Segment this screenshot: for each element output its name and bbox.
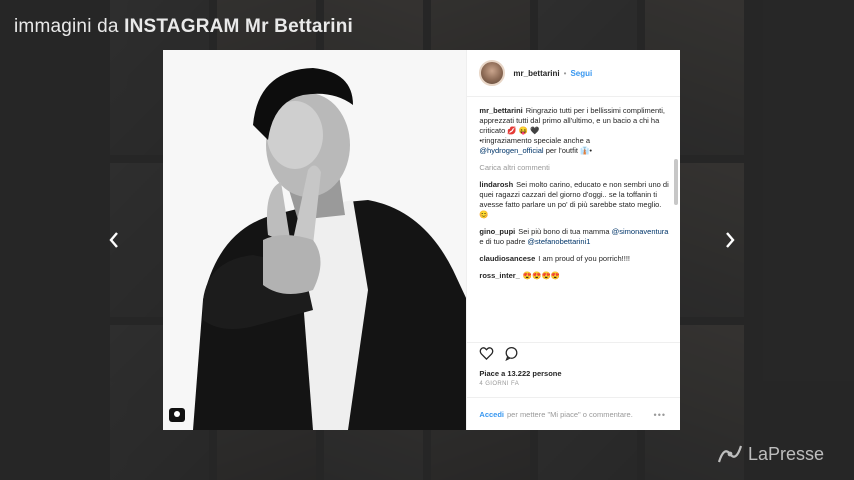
- login-text: per mettere "Mi piace" o commentare.: [507, 409, 633, 419]
- comment-text: 😍😍😍😍: [522, 271, 561, 280]
- header-separator: •: [563, 68, 567, 78]
- post-sidebar: mr_bettarini • Segui mr_bettarini Ringraz…: [466, 50, 680, 430]
- comment-username[interactable]: gino_pupi: [479, 227, 515, 236]
- post-modal: mr_bettarini • Segui mr_bettarini Ringraz…: [163, 50, 680, 430]
- previous-post-button[interactable]: [104, 228, 124, 252]
- comment-item: claudiosancese I am proud of you porrich!…: [479, 254, 670, 264]
- login-link[interactable]: Accedi: [479, 410, 504, 419]
- follow-button[interactable]: Segui: [570, 69, 592, 78]
- heart-icon: [480, 347, 494, 361]
- caption-thanks: •ringraziamento speciale anche a: [479, 136, 591, 145]
- caption-prefix: immagini da: [14, 16, 125, 37]
- comment-button[interactable]: [504, 346, 519, 366]
- post-actions: [467, 342, 680, 369]
- video-caption: immagini da INSTAGRAM Mr Bettarini: [14, 16, 353, 38]
- post-header: mr_bettarini • Segui: [467, 50, 680, 97]
- caption-bold: INSTAGRAM Mr Bettarini: [124, 16, 354, 37]
- comment-username[interactable]: lindarosh: [479, 180, 513, 189]
- comments-list[interactable]: mr_bettarini Ringrazio tutti per i bellis…: [467, 97, 680, 342]
- comment-mention[interactable]: @stefanobettarini1: [527, 237, 590, 246]
- load-more-comments[interactable]: Carica altri commenti: [479, 163, 670, 173]
- caption-outfit: per l'outfit 👔•: [545, 146, 593, 155]
- chevron-right-icon: [726, 232, 735, 248]
- comment-text-mid: e di tuo padre: [479, 237, 526, 246]
- caption-mention[interactable]: @hydrogen_official: [479, 146, 543, 155]
- login-prompt: Accedi per mettere "Mi piace" o commentar…: [467, 397, 680, 430]
- chevron-left-icon: [109, 232, 118, 248]
- comment-username[interactable]: claudiosancese: [479, 254, 535, 263]
- lapresse-watermark: LaPresse: [716, 442, 824, 466]
- comment-item: gino_pupi Sei più bono di tua mamma @simo…: [479, 227, 670, 247]
- comment-icon: [505, 346, 518, 362]
- tagged-user-icon[interactable]: [169, 408, 185, 422]
- comment-username[interactable]: ross_inter_: [479, 271, 519, 280]
- post-photo[interactable]: [163, 50, 467, 430]
- caption-username[interactable]: mr_bettarini: [479, 106, 522, 115]
- like-button[interactable]: [479, 346, 494, 366]
- likes-count[interactable]: Piace a 13.222 persone: [467, 369, 680, 381]
- next-post-button[interactable]: [720, 228, 740, 252]
- comment-item: ross_inter_ 😍😍😍😍: [479, 271, 670, 281]
- post-caption: mr_bettarini Ringrazio tutti per i bellis…: [479, 106, 670, 156]
- post-author-username[interactable]: mr_bettarini: [513, 69, 559, 78]
- ellipsis-icon[interactable]: •••: [654, 410, 666, 420]
- post-date: 4 GIORNI FA: [479, 381, 520, 387]
- lapresse-logo-icon: [717, 445, 743, 463]
- avatar[interactable]: [479, 60, 506, 86]
- comment-text: Sei più bono di tua mamma: [518, 227, 610, 236]
- comment-item: lindarosh Sei molto carino, educato e non…: [479, 180, 670, 220]
- post-photo-image: [163, 50, 467, 430]
- comments-scrollbar[interactable]: [674, 159, 678, 205]
- watermark-text: LaPresse: [747, 443, 824, 464]
- comment-mention[interactable]: @simonaventura: [612, 227, 669, 236]
- comment-text: I am proud of you porrich!!!!: [538, 254, 630, 263]
